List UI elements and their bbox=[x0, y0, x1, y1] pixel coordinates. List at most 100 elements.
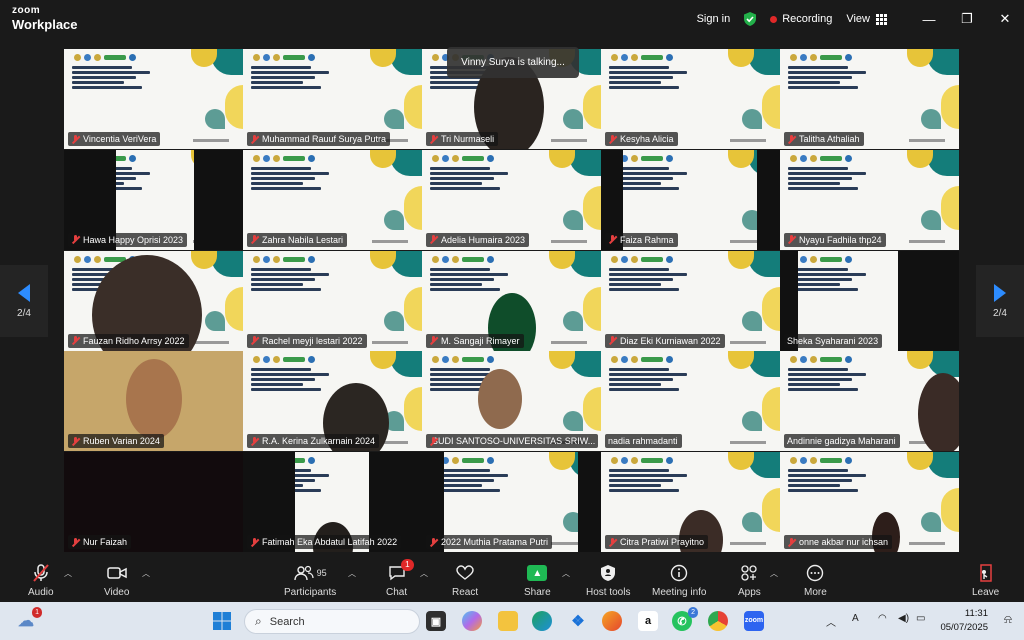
apps-button[interactable]: Apps bbox=[738, 562, 761, 598]
chat-button[interactable]: 1 Chat bbox=[386, 559, 414, 598]
more-button[interactable]: More bbox=[804, 562, 827, 598]
host-tools-button[interactable]: Host tools bbox=[586, 562, 630, 598]
previous-page-button[interactable]: 2/4 bbox=[0, 265, 48, 337]
chat-options-chevron-icon[interactable]: ︿ bbox=[420, 568, 428, 579]
chrome-icon[interactable] bbox=[708, 611, 728, 631]
task-view-icon[interactable]: ▣ bbox=[426, 611, 446, 631]
apps-options-chevron-icon[interactable]: ︿ bbox=[770, 568, 778, 579]
participants-button[interactable]: 95 Participants bbox=[284, 562, 336, 598]
participant-tile[interactable]: BUDI SANTOSO-UNIVERSITAS SRIW... bbox=[422, 351, 601, 452]
wifi-icon[interactable]: ◠ bbox=[878, 613, 887, 624]
microphone-muted-icon bbox=[71, 235, 80, 244]
recording-label: Recording bbox=[782, 13, 833, 25]
participant-name-tag: onne akbar nur ichsan bbox=[784, 535, 893, 549]
search-placeholder: Search bbox=[269, 615, 305, 628]
audio-options-chevron-icon[interactable]: ︿ bbox=[64, 568, 72, 579]
participant-tile[interactable]: R.A. Kerina Zulkarnain 2024 bbox=[243, 351, 422, 452]
participant-video bbox=[478, 369, 522, 430]
amazon-icon[interactable]: a bbox=[638, 611, 658, 631]
maximize-button[interactable]: ❐ bbox=[948, 0, 986, 38]
participant-tile[interactable]: Fauzan Ridho Arrsy 2022 bbox=[64, 250, 243, 351]
copilot-icon[interactable] bbox=[462, 611, 482, 631]
participant-tile[interactable]: Hawa Happy Oprisi 2023 bbox=[64, 149, 243, 250]
microphone-muted-icon bbox=[32, 562, 50, 584]
participant-tile[interactable]: Muhammad Rauuf Surya Putra bbox=[243, 49, 422, 149]
participant-tile[interactable]: Andinnie gadizya Maharani bbox=[780, 351, 959, 452]
speaker-icon[interactable]: ◀) bbox=[898, 613, 909, 624]
dropbox-icon[interactable]: ❖ bbox=[568, 611, 588, 631]
participant-tile[interactable]: Zahra Nabila Lestari bbox=[243, 149, 422, 250]
participant-name: nadia rahmadanti bbox=[608, 436, 678, 447]
video-button[interactable]: Video bbox=[104, 562, 129, 598]
participant-tile[interactable]: Kesyha Alicia bbox=[601, 49, 780, 149]
leave-button[interactable]: Leave bbox=[972, 562, 999, 598]
host-shield-icon bbox=[600, 562, 616, 584]
next-page-button[interactable]: 2/4 bbox=[976, 265, 1024, 337]
meeting-toolbar: Audio ︿ Video ︿ 95 Participants ︿ 1 Chat… bbox=[0, 558, 1024, 602]
participant-tile[interactable]: Sheka Syaharani 2023 bbox=[780, 250, 959, 351]
participant-tile[interactable]: Diaz Eki Kurniawan 2022 bbox=[601, 250, 780, 351]
participant-name: Fauzan Ridho Arrsy 2022 bbox=[83, 335, 185, 346]
firefox-icon[interactable] bbox=[602, 611, 622, 631]
taskbar-search-input[interactable]: ⌕ Search bbox=[244, 609, 420, 634]
participant-tile[interactable]: onne akbar nur ichsan bbox=[780, 452, 959, 552]
file-explorer-icon[interactable] bbox=[498, 611, 518, 631]
sign-in-link[interactable]: Sign in bbox=[697, 13, 731, 25]
video-camera-icon bbox=[106, 562, 127, 584]
participant-name: Adelia Humaira 2023 bbox=[441, 234, 526, 245]
shield-check-icon[interactable] bbox=[742, 11, 758, 27]
participant-name-tag: Tri Nurmaseli bbox=[426, 132, 499, 146]
react-button[interactable]: React bbox=[452, 562, 478, 598]
participant-name: onne akbar nur ichsan bbox=[799, 537, 889, 547]
tray-overflow-chevron-icon[interactable]: ︿ bbox=[826, 614, 836, 629]
edge-icon[interactable] bbox=[532, 611, 552, 631]
participant-tile[interactable]: Fatimah Eka Abdatul Latifah 2022 bbox=[243, 452, 422, 552]
participants-label: Participants bbox=[284, 587, 337, 598]
react-label: React bbox=[452, 587, 479, 598]
taskbar-clock[interactable]: 11:31 05/07/2025 bbox=[940, 607, 988, 635]
video-off-area bbox=[898, 250, 959, 351]
participant-name-tag: Nur Faizah bbox=[68, 535, 132, 549]
microphone-muted-icon bbox=[608, 134, 617, 144]
zoom-taskbar-icon[interactable]: zoom bbox=[744, 611, 764, 631]
share-options-chevron-icon[interactable]: ︿ bbox=[562, 568, 570, 579]
weather-icon[interactable]: ☁ 1 bbox=[16, 607, 42, 631]
audio-button[interactable]: Audio bbox=[28, 562, 54, 598]
participant-tile[interactable]: Nur Faizah bbox=[64, 452, 243, 552]
participant-tile[interactable]: Adelia Humaira 2023 bbox=[422, 149, 601, 250]
battery-icon[interactable]: ▭ bbox=[916, 613, 925, 624]
participant-tile[interactable]: Nyayu Fadhila thp24 bbox=[780, 149, 959, 250]
close-button[interactable]: ✕ bbox=[986, 0, 1024, 38]
whatsapp-icon[interactable]: ✆ 2 bbox=[672, 607, 698, 631]
participant-name: Zahra Nabila Lestari bbox=[262, 234, 344, 245]
meeting-info-label: Meeting info bbox=[652, 587, 707, 598]
participant-name: Vincentia VeriVera bbox=[83, 134, 157, 144]
participant-tile[interactable]: Talitha Athaliah bbox=[780, 49, 959, 149]
participant-tile[interactable]: nadia rahmadanti bbox=[601, 351, 780, 452]
microphone-muted-icon bbox=[71, 134, 80, 144]
view-button[interactable]: View bbox=[846, 13, 887, 25]
more-label: More bbox=[804, 587, 827, 598]
meeting-info-button[interactable]: Meeting info bbox=[652, 562, 706, 598]
participant-tile[interactable]: Vincentia VeriVera bbox=[64, 49, 243, 149]
participant-tile[interactable]: Citra Pratiwi Prayitno bbox=[601, 452, 780, 552]
minimize-button[interactable]: — bbox=[910, 0, 948, 38]
video-options-chevron-icon[interactable]: ︿ bbox=[142, 568, 150, 579]
participant-tile[interactable]: 2022 Muthia Pratama Putri bbox=[422, 452, 601, 552]
share-button[interactable]: ▲ Share bbox=[524, 562, 551, 598]
page-indicator-left: 2/4 bbox=[17, 307, 31, 319]
participant-name-tag: Vincentia VeriVera bbox=[68, 132, 161, 146]
microphone-muted-icon bbox=[250, 134, 259, 144]
microphone-muted-icon bbox=[608, 336, 617, 345]
recording-indicator[interactable]: Recording bbox=[770, 13, 832, 25]
language-icon[interactable]: A bbox=[852, 613, 859, 624]
participants-options-chevron-icon[interactable]: ︿ bbox=[348, 568, 356, 579]
participant-tile[interactable]: M. Sangaji Rimayer bbox=[422, 250, 601, 351]
windows-start-icon[interactable] bbox=[212, 611, 232, 631]
microphone-muted-icon bbox=[250, 336, 259, 345]
participant-tile[interactable]: Ruben Varian 2024 bbox=[64, 351, 243, 452]
participant-tile[interactable]: Faiza Rahma bbox=[601, 149, 780, 250]
participant-tile[interactable]: Rachel meyji lestari 2022 bbox=[243, 250, 422, 351]
video-gallery: Vincentia VeriVera Muhammad Rauuf Surya P… bbox=[64, 49, 960, 552]
notifications-bell-icon[interactable]: ⍾ bbox=[1004, 612, 1012, 627]
